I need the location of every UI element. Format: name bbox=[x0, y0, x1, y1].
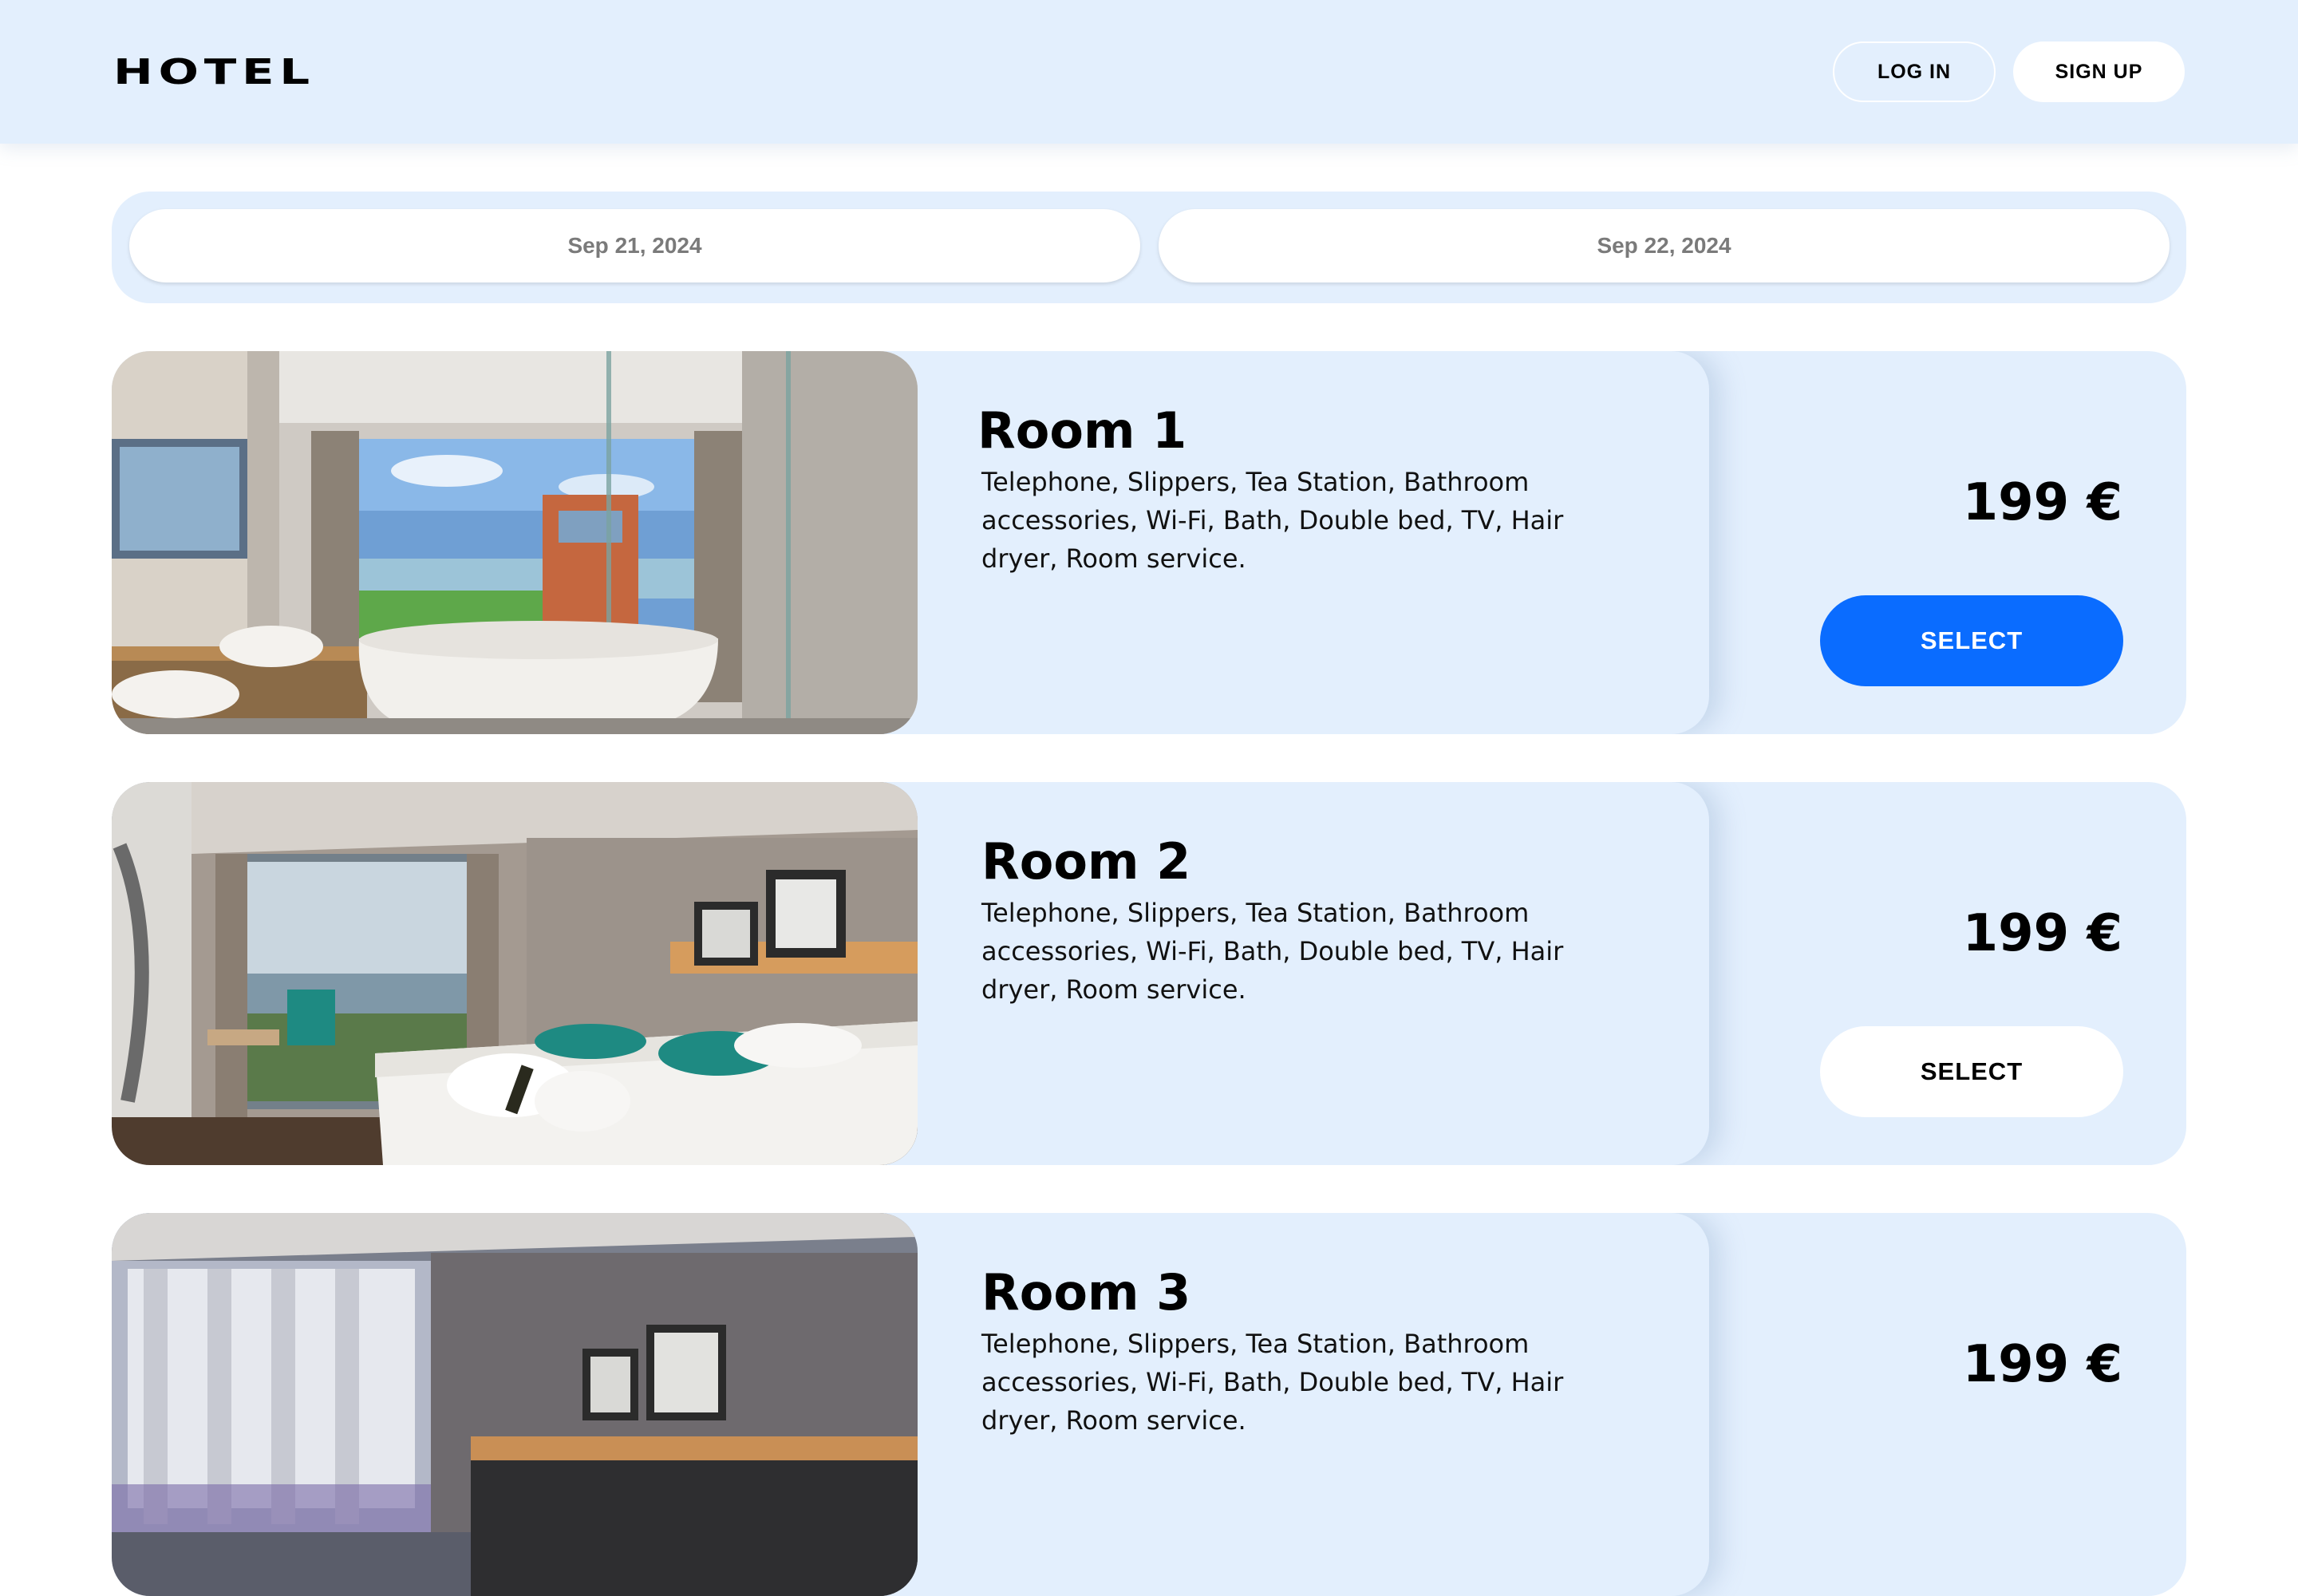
room-photo bbox=[112, 351, 918, 734]
room-price: 199 € bbox=[1962, 1335, 2122, 1394]
check-in-date-field[interactable]: Sep 21, 2024 bbox=[129, 209, 1140, 282]
select-room-button[interactable]: SELECT bbox=[1820, 595, 2123, 686]
room-amenities: Telephone, Slippers, Tea Station, Bathro… bbox=[981, 467, 1564, 574]
room-title: Room 1 bbox=[977, 401, 1187, 460]
room-price: 199 € bbox=[1962, 473, 2122, 532]
date-range-bar: Sep 21, 2024 Sep 22, 2024 bbox=[112, 192, 2186, 303]
room-title: Room 2 bbox=[981, 832, 1191, 891]
room-price: 199 € bbox=[1962, 904, 2122, 963]
room-amenities: Telephone, Slippers, Tea Station, Bathro… bbox=[981, 1329, 1564, 1436]
signup-button[interactable]: SIGN UP bbox=[2013, 41, 2185, 102]
room-photo bbox=[112, 782, 918, 1165]
room-card: Room 2 Telephone, Slippers, Tea Station,… bbox=[112, 782, 2186, 1165]
room-title: Room 3 bbox=[981, 1263, 1191, 1321]
room-amenities: Telephone, Slippers, Tea Station, Bathro… bbox=[981, 898, 1564, 1005]
hotel-logo[interactable]: HOTEL bbox=[113, 48, 315, 97]
room-photo bbox=[112, 1213, 918, 1596]
check-out-date-field[interactable]: Sep 22, 2024 bbox=[1159, 209, 2170, 282]
select-room-button[interactable]: SELECT bbox=[1820, 1026, 2123, 1117]
login-button[interactable]: LOG IN bbox=[1833, 41, 1996, 102]
top-header: HOTEL LOG IN SIGN UP bbox=[0, 0, 2298, 144]
room-card: Room 3 Telephone, Slippers, Tea Station,… bbox=[112, 1213, 2186, 1596]
room-card: Room 1 Telephone, Slippers, Tea Station,… bbox=[112, 351, 2186, 734]
